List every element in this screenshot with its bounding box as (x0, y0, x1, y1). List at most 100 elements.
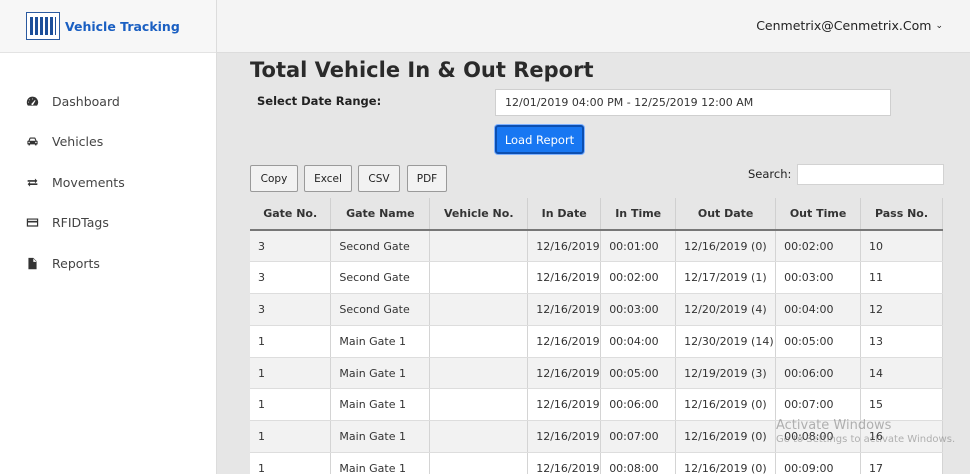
cell-gate-no: 1 (250, 325, 332, 358)
cell-in-time: 00:01:00 (600, 230, 677, 263)
sidebar-item-label: Vehicles (52, 134, 104, 150)
column-header-vehicle-no[interactable]: Vehicle No. (429, 198, 529, 231)
column-header-gate-no[interactable]: Gate No. (250, 198, 332, 231)
cell-out-date: 12/16/2019 (0) (675, 388, 777, 422)
cell-gate-name: Main Gate 1 (330, 388, 431, 422)
table-row[interactable]: 3 Second Gate 12/16/2019 00:03:00 12/20/2019… (250, 293, 943, 326)
car-icon (25, 135, 39, 149)
cell-out-date: 12/16/2019 (0) (675, 230, 777, 263)
cell-in-date: 12/16/2019 (527, 420, 602, 454)
date-range-input[interactable]: 12/01/2019 04:00 PM - 12/25/2019 12:00 A… (495, 89, 891, 116)
cell-vehicle-no (429, 230, 529, 263)
cell-gate-name: Main Gate 1 (330, 357, 431, 390)
brand[interactable]: Vehicle Tracking (0, 0, 216, 53)
sidebar-item-rfidtags[interactable]: RFIDTags (0, 203, 216, 244)
load-report-button[interactable]: Load Report (495, 125, 584, 154)
page-title: Total Vehicle In & Out Report (250, 58, 594, 82)
cell-gate-no: 1 (250, 452, 332, 474)
search-label: Search: (748, 167, 792, 181)
sidebar-item-label: RFIDTags (52, 215, 109, 231)
sidebar-item-movements[interactable]: Movements (0, 162, 216, 203)
table-row[interactable]: 1 Main Gate 1 12/16/2019 00:05:00 12/19/2019… (250, 357, 943, 390)
sidebar-item-vehicles[interactable]: Vehicles (0, 122, 216, 163)
column-header-in-time[interactable]: In Time (600, 198, 677, 231)
table-row[interactable]: 1 Main Gate 1 12/16/2019 00:04:00 12/30/2019… (250, 325, 943, 358)
sidebar-item-dashboard[interactable]: Dashboard (0, 81, 216, 122)
cell-out-time: 00:03:00 (775, 261, 862, 295)
dashboard-icon (25, 94, 39, 108)
cell-in-time: 00:03:00 (600, 293, 677, 326)
copy-button[interactable]: Copy (250, 165, 298, 192)
cell-out-date: 12/16/2019 (0) (675, 452, 777, 474)
cell-in-date: 12/16/2019 (527, 452, 602, 474)
sidebar-item-label: Movements (52, 174, 125, 190)
cell-gate-no: 3 (250, 261, 332, 295)
table-row[interactable]: 3 Second Gate 12/16/2019 00:01:00 12/16/2019… (250, 230, 943, 263)
cell-in-date: 12/16/2019 (527, 261, 602, 295)
csv-button[interactable]: CSV (358, 165, 400, 192)
report-table: Gate No. Gate Name Vehicle No. In Date I… (250, 198, 943, 474)
cell-out-time: 00:05:00 (775, 325, 862, 358)
column-header-gate-name[interactable]: Gate Name (330, 198, 431, 231)
cell-gate-name: Main Gate 1 (330, 325, 431, 358)
cell-out-time: 00:06:00 (775, 357, 862, 390)
cell-gate-name: Second Gate (330, 230, 431, 263)
cell-out-date: 12/20/2019 (4) (675, 293, 777, 326)
cell-gate-no: 1 (250, 357, 332, 390)
cell-pass-no: 12 (860, 293, 943, 326)
column-header-pass-no[interactable]: Pass No. (860, 198, 943, 231)
table-row[interactable]: 1 Main Gate 1 12/16/2019 00:07:00 12/16/2019… (250, 420, 943, 454)
cell-gate-name: Main Gate 1 (330, 420, 431, 454)
cell-out-date: 12/16/2019 (0) (675, 420, 777, 454)
column-header-out-date[interactable]: Out Date (675, 198, 777, 231)
cell-gate-no: 1 (250, 420, 332, 454)
pdf-button[interactable]: PDF (407, 165, 447, 192)
cell-in-time: 00:06:00 (600, 388, 677, 422)
date-range-label: Select Date Range: (257, 94, 382, 108)
table-row[interactable]: 1 Main Gate 1 12/16/2019 00:08:00 12/16/2019… (250, 452, 943, 474)
cell-out-time: 00:07:00 (775, 388, 862, 422)
cell-in-date: 12/16/2019 (527, 293, 602, 326)
cell-pass-no: 16 (860, 420, 943, 454)
cell-pass-no: 17 (860, 452, 943, 474)
chevron-down-icon: ⌄ (935, 20, 943, 31)
top-bar: Cenmetrix@Cenmetrix.Com ⌄ (217, 0, 970, 53)
excel-button[interactable]: Excel (304, 165, 352, 192)
cell-gate-name: Second Gate (330, 261, 431, 295)
cell-out-date: 12/17/2019 (1) (675, 261, 777, 295)
cell-gate-name: Main Gate 1 (330, 452, 431, 474)
cell-pass-no: 11 (860, 261, 943, 295)
sidebar: Vehicle Tracking Dashboard Vehicles Move… (0, 0, 217, 474)
cell-in-date: 12/16/2019 (527, 325, 602, 358)
cell-vehicle-no (429, 388, 529, 422)
cell-vehicle-no (429, 452, 529, 474)
cell-in-time: 00:04:00 (600, 325, 677, 358)
cell-in-date: 12/16/2019 (527, 230, 602, 263)
cell-out-date: 12/19/2019 (3) (675, 357, 777, 390)
column-header-in-date[interactable]: In Date (527, 198, 602, 231)
column-header-out-time[interactable]: Out Time (775, 198, 862, 231)
card-icon (25, 216, 39, 230)
file-icon (25, 256, 39, 270)
cell-in-time: 00:05:00 (600, 357, 677, 390)
table-header-row: Gate No. Gate Name Vehicle No. In Date I… (250, 198, 943, 231)
cell-out-date: 12/30/2019 (14) (675, 325, 777, 358)
cell-vehicle-no (429, 293, 529, 326)
user-menu[interactable]: Cenmetrix@Cenmetrix.Com ⌄ (756, 18, 943, 33)
cell-pass-no: 14 (860, 357, 943, 390)
cell-gate-no: 1 (250, 388, 332, 422)
sidebar-item-reports[interactable]: Reports (0, 243, 216, 284)
app-title: Vehicle Tracking (65, 18, 180, 34)
cell-out-time: 00:04:00 (775, 293, 862, 326)
cell-gate-no: 3 (250, 293, 332, 326)
sidebar-item-label: Dashboard (52, 93, 120, 109)
cell-vehicle-no (429, 420, 529, 454)
search-input[interactable] (797, 164, 944, 185)
sidebar-item-label: Reports (52, 255, 100, 271)
cell-in-date: 12/16/2019 (527, 388, 602, 422)
cell-in-time: 00:02:00 (600, 261, 677, 295)
table-row[interactable]: 1 Main Gate 1 12/16/2019 00:06:00 12/16/2019… (250, 388, 943, 422)
table-row[interactable]: 3 Second Gate 12/16/2019 00:02:00 12/17/2019… (250, 261, 943, 295)
cell-pass-no: 15 (860, 388, 943, 422)
company-logo (26, 12, 60, 40)
